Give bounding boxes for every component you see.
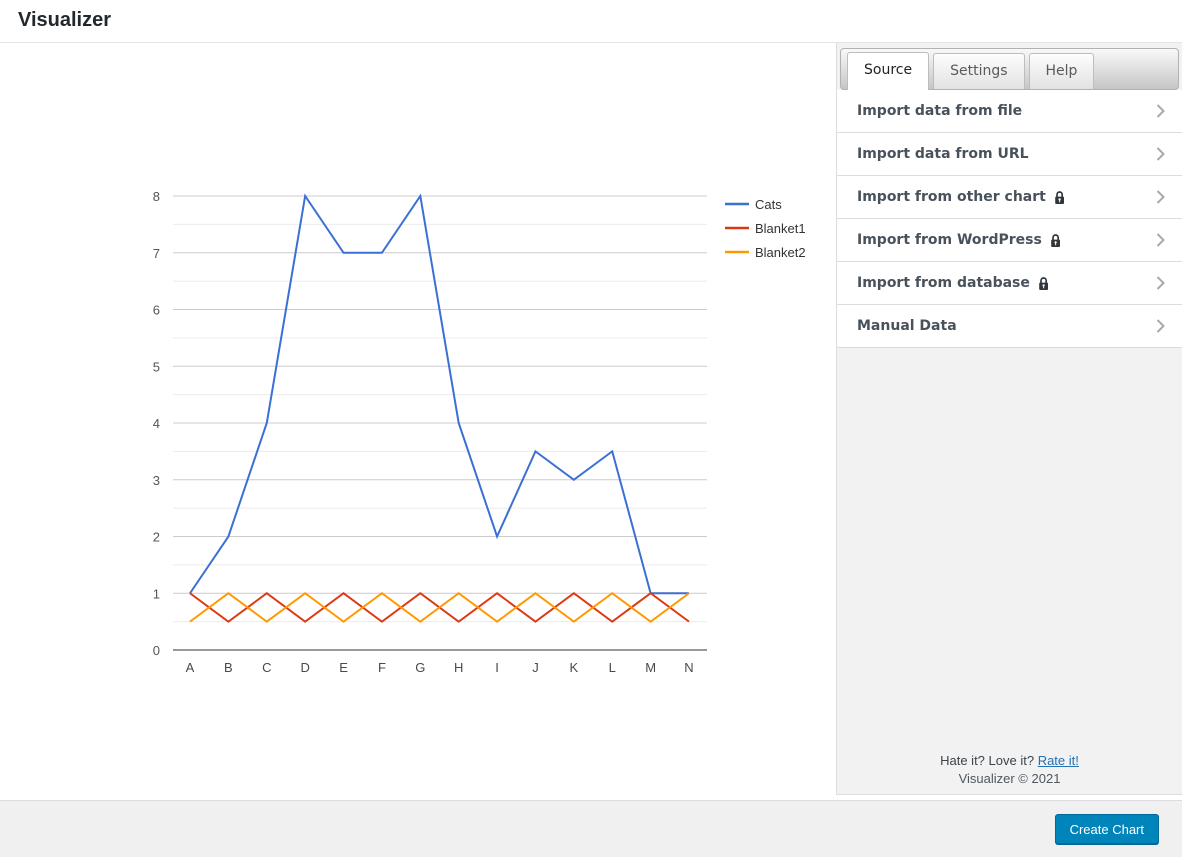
y-tick-label: 3	[153, 473, 160, 488]
y-tick-label: 8	[153, 189, 160, 204]
tab-bar: Source Settings Help	[840, 48, 1179, 90]
x-tick-label: A	[186, 660, 195, 675]
bottom-toolbar: Create Chart	[0, 800, 1182, 857]
x-tick-label: H	[454, 660, 463, 675]
rate-line: Hate it? Love it? Rate it!	[837, 752, 1182, 770]
y-tick-label: 6	[153, 303, 160, 318]
legend-label: Blanket2	[755, 245, 806, 260]
line-chart: 0 1 2 3 4 5 6 7 8 A B C D E F G H I J K L M N Cats Blanket1 Blank…	[0, 43, 836, 800]
legend-label: Blanket1	[755, 221, 806, 236]
sidebar-item-import-from-wordpress[interactable]: Import from WordPress	[837, 219, 1182, 262]
sidebar-item-import-from-database[interactable]: Import from database	[837, 262, 1182, 305]
chart-preview-panel: 0 1 2 3 4 5 6 7 8 A B C D E F G H I J K L M N Cats Blanket1 Blank…	[0, 43, 836, 800]
x-tick-label: F	[378, 660, 386, 675]
chevron-right-icon	[1155, 145, 1166, 163]
sidebar-item-label: Import data from file	[857, 103, 1022, 119]
x-tick-label: C	[262, 660, 271, 675]
create-chart-button[interactable]: Create Chart	[1055, 814, 1159, 844]
chevron-right-icon	[1155, 188, 1166, 206]
y-tick-label: 5	[153, 359, 160, 374]
sidebar-item-label: Import from database	[857, 275, 1030, 291]
page-title: Visualizer	[0, 0, 1182, 32]
x-tick-label: D	[300, 660, 309, 675]
x-tick-label: J	[532, 660, 539, 675]
series-line-blanket2	[190, 593, 689, 621]
x-tick-label: I	[495, 660, 499, 675]
x-tick-label: M	[645, 660, 656, 675]
x-tick-label: B	[224, 660, 233, 675]
x-tick-label: L	[609, 660, 616, 675]
sidebar-item-label: Manual Data	[857, 318, 957, 334]
sidebar-item-label: Import from other chart	[857, 189, 1046, 205]
sidebar-item-manual-data[interactable]: Manual Data	[837, 305, 1182, 348]
rate-link[interactable]: Rate it!	[1038, 753, 1079, 768]
sidebar-item-label: Import from WordPress	[857, 232, 1042, 248]
chevron-right-icon	[1155, 231, 1166, 249]
y-tick-label: 4	[153, 416, 160, 431]
rate-prompt: Hate it? Love it?	[940, 753, 1034, 768]
chevron-right-icon	[1155, 317, 1166, 335]
x-tick-label: N	[684, 660, 693, 675]
x-tick-label: E	[339, 660, 348, 675]
tab-settings[interactable]: Settings	[933, 53, 1024, 89]
sidebar-footer: Hate it? Love it? Rate it! Visualizer © …	[837, 752, 1182, 788]
x-tick-label: G	[415, 660, 425, 675]
y-tick-label: 2	[153, 530, 160, 545]
lock-icon	[1049, 233, 1062, 248]
page-header: Visualizer	[0, 0, 1182, 43]
y-tick-label: 0	[153, 643, 160, 658]
y-tick-label: 7	[153, 246, 160, 261]
legend-label: Cats	[755, 197, 782, 212]
lock-icon	[1037, 276, 1050, 291]
y-tick-label: 1	[153, 586, 160, 601]
sidebar-item-import-data-from-file[interactable]: Import data from file	[837, 90, 1182, 133]
x-tick-label: K	[570, 660, 579, 675]
tab-help[interactable]: Help	[1029, 53, 1095, 89]
copyright: Visualizer © 2021	[837, 770, 1182, 788]
sidebar-item-import-from-other-chart[interactable]: Import from other chart	[837, 176, 1182, 219]
tab-source[interactable]: Source	[847, 52, 929, 90]
chevron-right-icon	[1155, 274, 1166, 292]
sidebar: Source Settings Help Import data from fi…	[836, 43, 1182, 795]
source-menu: Import data from file Import data from UR…	[837, 90, 1182, 348]
lock-icon	[1053, 190, 1066, 205]
sidebar-item-label: Import data from URL	[857, 146, 1029, 162]
sidebar-item-import-data-from-url[interactable]: Import data from URL	[837, 133, 1182, 176]
chevron-right-icon	[1155, 102, 1166, 120]
